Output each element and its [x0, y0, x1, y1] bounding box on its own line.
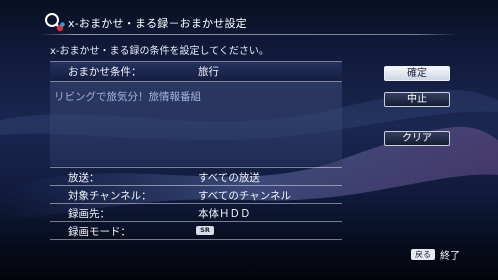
- clear-button[interactable]: クリア: [384, 131, 450, 146]
- keyword-text: リビングで旅気分！旅情報番組: [54, 91, 201, 103]
- condition-value: 旅行: [198, 66, 219, 78]
- back-key-icon: 戻る: [411, 249, 435, 260]
- record-mode-label: 録画モード：: [68, 226, 131, 238]
- row-divider: [50, 185, 342, 186]
- instruction-text: x-おまかせ・まる録の条件を設定してください。: [50, 46, 269, 57]
- row-divider: [50, 167, 342, 168]
- back-key-label: 終了: [440, 251, 460, 262]
- settings-screen: x-おまかせ・まる録－おまかせ設定 x-おまかせ・まる録の条件を設定してください…: [0, 0, 498, 280]
- omakase-search-icon: [45, 13, 65, 32]
- condition-label: おまかせ条件：: [68, 66, 142, 78]
- page-title: x-おまかせ・まる録－おまかせ設定: [68, 17, 247, 30]
- broadcast-value[interactable]: すべての放送: [198, 170, 260, 185]
- record-mode-badge[interactable]: SR: [196, 226, 214, 235]
- channel-label: 対象チャンネル：: [68, 190, 152, 202]
- header: x-おまかせ・まる録－おまかせ設定: [0, 0, 498, 34]
- row-divider: [50, 239, 342, 240]
- title-divider: [40, 34, 458, 35]
- broadcast-label: 放送：: [68, 172, 100, 184]
- channel-value[interactable]: すべてのチャンネル: [198, 188, 291, 203]
- row-divider: [50, 221, 342, 222]
- cancel-button[interactable]: 中止: [384, 92, 450, 107]
- row-divider: [50, 203, 342, 204]
- destination-value[interactable]: 本体ＨＤＤ: [198, 206, 251, 221]
- destination-label: 録画先：: [68, 208, 110, 220]
- confirm-button[interactable]: 確定: [384, 66, 450, 81]
